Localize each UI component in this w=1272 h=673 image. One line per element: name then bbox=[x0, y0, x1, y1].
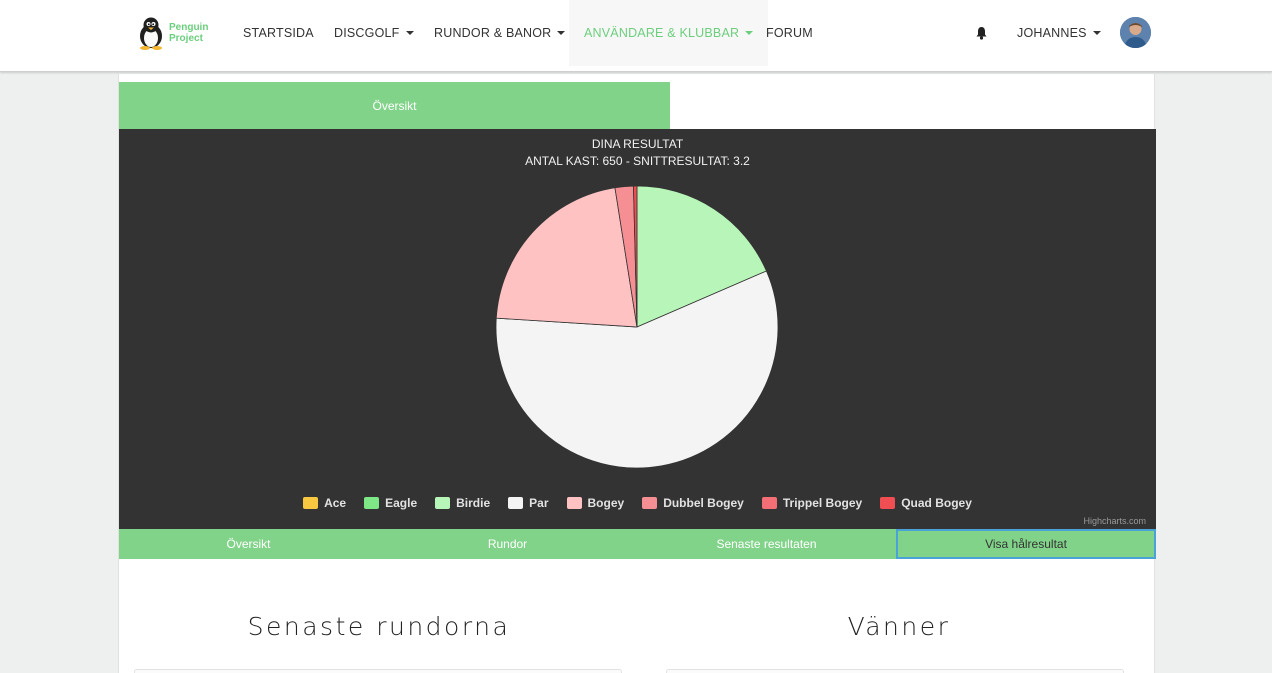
nav-forum-label: FORUM bbox=[766, 26, 813, 40]
legend-swatch bbox=[364, 497, 380, 509]
caret-down-icon bbox=[557, 31, 566, 35]
pie-slice-bogey[interactable] bbox=[495, 187, 638, 328]
nav-anvandare-klubbar-label: ANVÄNDARE & KLUBBAR bbox=[584, 26, 740, 40]
legend-swatch bbox=[508, 497, 524, 509]
legend-swatch bbox=[566, 497, 582, 509]
friends-panel bbox=[666, 669, 1124, 673]
main-card: Översikt DINA RESULTAT ANTAL KAST: 650 -… bbox=[118, 74, 1156, 673]
brand-name: Penguin Project bbox=[169, 22, 209, 44]
user-avatar[interactable] bbox=[1120, 17, 1151, 48]
tab-oversikt[interactable]: Översikt bbox=[119, 529, 378, 559]
section-title-senaste-rundorna: Senaste rundorna bbox=[247, 612, 511, 641]
tab-oversikt-label: Översikt bbox=[226, 537, 271, 551]
tab-senaste-resultaten[interactable]: Senaste resultaten bbox=[637, 529, 896, 559]
legend-swatch bbox=[435, 497, 451, 509]
tab-rundor[interactable]: Rundor bbox=[378, 529, 637, 559]
nav-startsida-label: STARTSIDA bbox=[243, 26, 314, 40]
pie-chart bbox=[495, 185, 779, 469]
legend-swatch bbox=[761, 497, 777, 509]
tab-visa-halresultat[interactable]: Visa hålresultat bbox=[896, 529, 1156, 559]
legend-label: Quad Bogey bbox=[901, 496, 972, 510]
legend-swatch bbox=[880, 497, 896, 509]
caret-down-icon bbox=[745, 31, 754, 35]
chart-credit[interactable]: Highcharts.com bbox=[1083, 516, 1146, 526]
nav-anvandare-klubbar[interactable]: ANVÄNDARE & KLUBBAR bbox=[569, 0, 769, 66]
caret-down-icon bbox=[405, 31, 414, 35]
legend-item-dubbel-bogey[interactable]: Dubbel Bogey bbox=[642, 496, 744, 510]
brand-logo[interactable]: Penguin Project bbox=[136, 16, 213, 50]
nav-rundor-banor-label: RUNDOR & BANOR bbox=[434, 26, 552, 40]
bell-icon[interactable] bbox=[975, 26, 988, 40]
legend-label: Bogey bbox=[587, 496, 625, 510]
tab-visa-halresultat-label: Visa hålresultat bbox=[985, 537, 1067, 551]
bottom-tabbar: Översikt Rundor Senaste resultaten Visa … bbox=[119, 529, 1156, 559]
legend-item-trippel-bogey[interactable]: Trippel Bogey bbox=[761, 496, 863, 510]
legend-label: Trippel Bogey bbox=[782, 496, 863, 510]
nav-discgolf[interactable]: DISCGOLF bbox=[334, 0, 414, 66]
nav-discgolf-label: DISCGOLF bbox=[334, 26, 400, 40]
legend-item-eagle[interactable]: Eagle bbox=[364, 496, 417, 510]
legend-item-ace[interactable]: Ace bbox=[303, 496, 346, 510]
legend-item-bogey[interactable]: Bogey bbox=[566, 496, 625, 510]
legend-label: Ace bbox=[324, 496, 347, 510]
tab-oversikt-top[interactable]: Översikt bbox=[119, 82, 670, 129]
tab-rundor-label: Rundor bbox=[487, 537, 528, 551]
tab-oversikt-top-label: Översikt bbox=[372, 98, 417, 113]
nav-rundor-banor[interactable]: RUNDOR & BANOR bbox=[434, 0, 566, 66]
legend-swatch bbox=[303, 497, 319, 509]
nav-forum[interactable]: FORUM bbox=[766, 0, 813, 66]
rounds-panel bbox=[134, 669, 622, 673]
legend-swatch bbox=[642, 497, 658, 509]
legend-item-birdie[interactable]: Birdie bbox=[435, 496, 490, 510]
legend-label: Dubbel Bogey bbox=[663, 496, 744, 510]
user-menu-label: JOHANNES bbox=[1017, 26, 1087, 40]
penguin-icon bbox=[140, 17, 162, 50]
legend-item-quad-bogey[interactable]: Quad Bogey bbox=[880, 496, 972, 510]
user-menu[interactable]: JOHANNES bbox=[1017, 0, 1101, 66]
chart-legend: Ace Eagle Birdie Par Bogey Dubbel Bogey Trippe… bbox=[119, 496, 1156, 510]
legend-label: Par bbox=[529, 496, 549, 510]
navbar: Penguin Project STARTSIDA DISCGOLF RUNDO… bbox=[0, 0, 1272, 72]
avatar-image bbox=[1120, 17, 1151, 48]
caret-down-icon bbox=[1092, 31, 1101, 35]
legend-item-par[interactable]: Par bbox=[508, 496, 549, 510]
results-chart: DINA RESULTAT ANTAL KAST: 650 - SNITTRES… bbox=[119, 129, 1156, 529]
section-title-vanner: Vänner bbox=[847, 612, 951, 641]
tab-senaste-resultaten-label: Senaste resultaten bbox=[716, 537, 817, 551]
legend-label: Birdie bbox=[456, 496, 491, 510]
nav-startsida[interactable]: STARTSIDA bbox=[243, 0, 314, 66]
legend-label: Eagle bbox=[385, 496, 418, 510]
